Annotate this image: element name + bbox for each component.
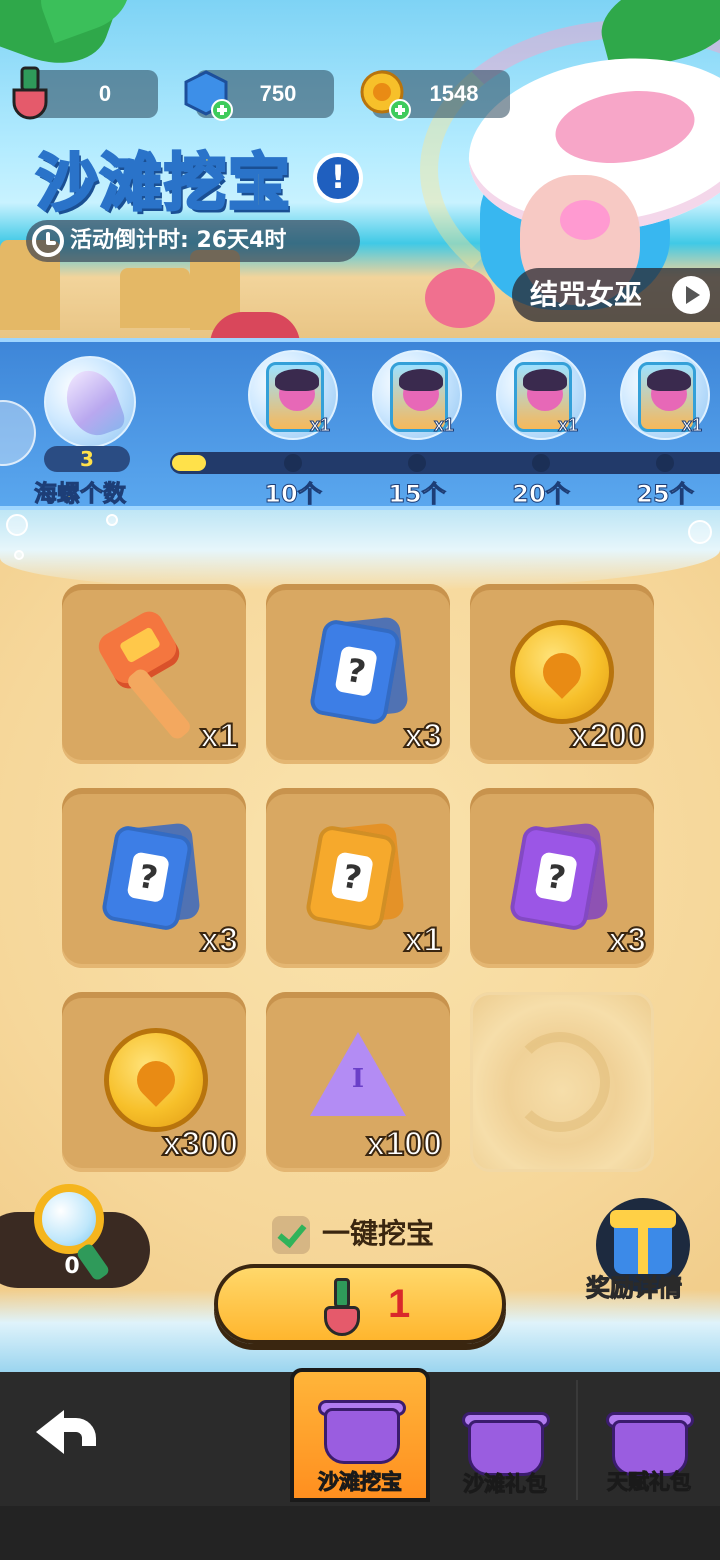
dig-cost: 1 [388,1282,411,1326]
bubble-decoration [6,514,28,536]
one-key-dig-label: 一键挖宝 [322,1217,435,1250]
item-qty: x3 [607,920,647,960]
shell-count: 3 [44,446,130,472]
tab-divider [576,1380,578,1500]
bubble-decoration [688,520,712,544]
hero-name: 结咒女巫 [530,278,643,311]
item-qty: x3 [199,920,239,960]
progress-track [170,452,720,474]
event-title: 沙滩挖宝 [34,145,293,221]
item-qty: x200 [569,716,647,756]
play-icon [672,276,710,314]
milestone-reward[interactable]: x1 [372,350,462,440]
dig-cell[interactable]: x300 [62,992,246,1172]
back-button[interactable] [36,1402,102,1462]
conch-shell-icon [58,363,128,443]
milestone-dot [656,454,674,472]
blue-gem-plus-icon [184,70,233,121]
event-countdown: 活动倒计时: 26天4时 [26,220,360,262]
dig-cell-undug[interactable] [470,992,654,1172]
back-arrow-body [58,1418,96,1446]
milestone-qty: x1 [557,415,578,436]
milestone-dot [408,454,426,472]
gold-coin-icon [510,620,614,724]
coin-count: 1548 [429,81,479,106]
bubble-decoration [106,514,118,526]
dig-button[interactable]: 1 [214,1264,506,1344]
dig-cell[interactable]: ? x1 [266,788,450,968]
shell-count-label: 海螺个数 [34,481,127,508]
sand-swirl [510,1032,610,1132]
dig-cell[interactable]: ? x3 [266,584,450,764]
tab-beach-pack[interactable]: 沙滩礼包 [440,1372,570,1506]
milestone-dot [284,454,302,472]
hero-character-eye [560,200,610,240]
dig-cell[interactable]: ? x3 [62,788,246,968]
gold-coin-plus-icon [360,70,411,121]
shell-counter-bubble [44,356,136,448]
bottom-nav-base [0,1506,720,1560]
milestone-label: 15个 [388,480,446,509]
item-qty: x1 [403,920,443,960]
shovel-icon [12,66,48,120]
milestone-dot [532,454,550,472]
one-key-dig-checkbox[interactable] [272,1216,310,1254]
item-qty: x300 [161,1124,239,1164]
item-qty: x1 [199,716,239,756]
gold-coin-icon [104,1028,208,1132]
bird-decoration [425,268,495,328]
shell-progress-strip: 3 海螺个数 x1 10个 x1 15个 x1 20个 x1 25个 [0,338,720,510]
gift-box-icon [610,1210,676,1274]
reward-details-label[interactable]: 奖励详情 [586,1268,683,1303]
orange-card-icon: ? [304,823,398,933]
dig-cell[interactable]: ? x3 [470,788,654,968]
tab-label: 沙滩挖宝 [318,1470,403,1495]
purple-card-icon: ? [508,823,602,933]
milestone-label: 20个 [512,480,570,509]
shovel-count: 0 [98,81,112,106]
milestone-label: 10个 [264,480,322,509]
countdown-text: 活动倒计时: 26天4时 [70,228,287,253]
milestone-reward[interactable]: x1 [248,350,338,440]
hero-preview-button[interactable]: 结咒女巫 [512,268,720,322]
tab-label: 天赋礼包 [607,1470,692,1495]
tab-beach-dig[interactable]: 沙滩挖宝 [290,1368,430,1502]
clock-icon [32,225,64,257]
magnifier-icon [34,1184,104,1254]
milestone-reward[interactable]: x1 [620,350,710,440]
tab-label: 沙滩礼包 [463,1472,548,1497]
milestone-qty: x1 [433,415,454,436]
magnifier-count: 0 [64,1254,80,1279]
milestone-label: 25个 [636,480,694,509]
gem-count: 750 [259,81,297,106]
milestone-qty: x1 [309,415,330,436]
gem-glyph: I [351,1064,365,1094]
blue-card-icon: ? [308,617,402,727]
bubble-decoration [14,550,24,560]
info-button[interactable]: ! [313,153,363,203]
dig-cell[interactable]: I x100 [266,992,450,1172]
blue-card-icon: ? [100,823,194,933]
key-shaft-shape [124,666,194,742]
sand-castle-decoration [120,268,190,328]
bubble-decoration [0,400,36,466]
item-qty: x100 [365,1124,443,1164]
item-qty: x3 [403,716,443,756]
dig-cell[interactable]: x1 [62,584,246,764]
tab-talent-pack[interactable]: 天赋礼包 [584,1372,714,1506]
milestone-reward[interactable]: x1 [496,350,586,440]
dig-cell[interactable]: x200 [470,584,654,764]
shovel-icon [320,1278,364,1338]
bucket-body-shape [324,1408,400,1464]
progress-fill [172,455,206,471]
milestone-qty: x1 [681,415,702,436]
